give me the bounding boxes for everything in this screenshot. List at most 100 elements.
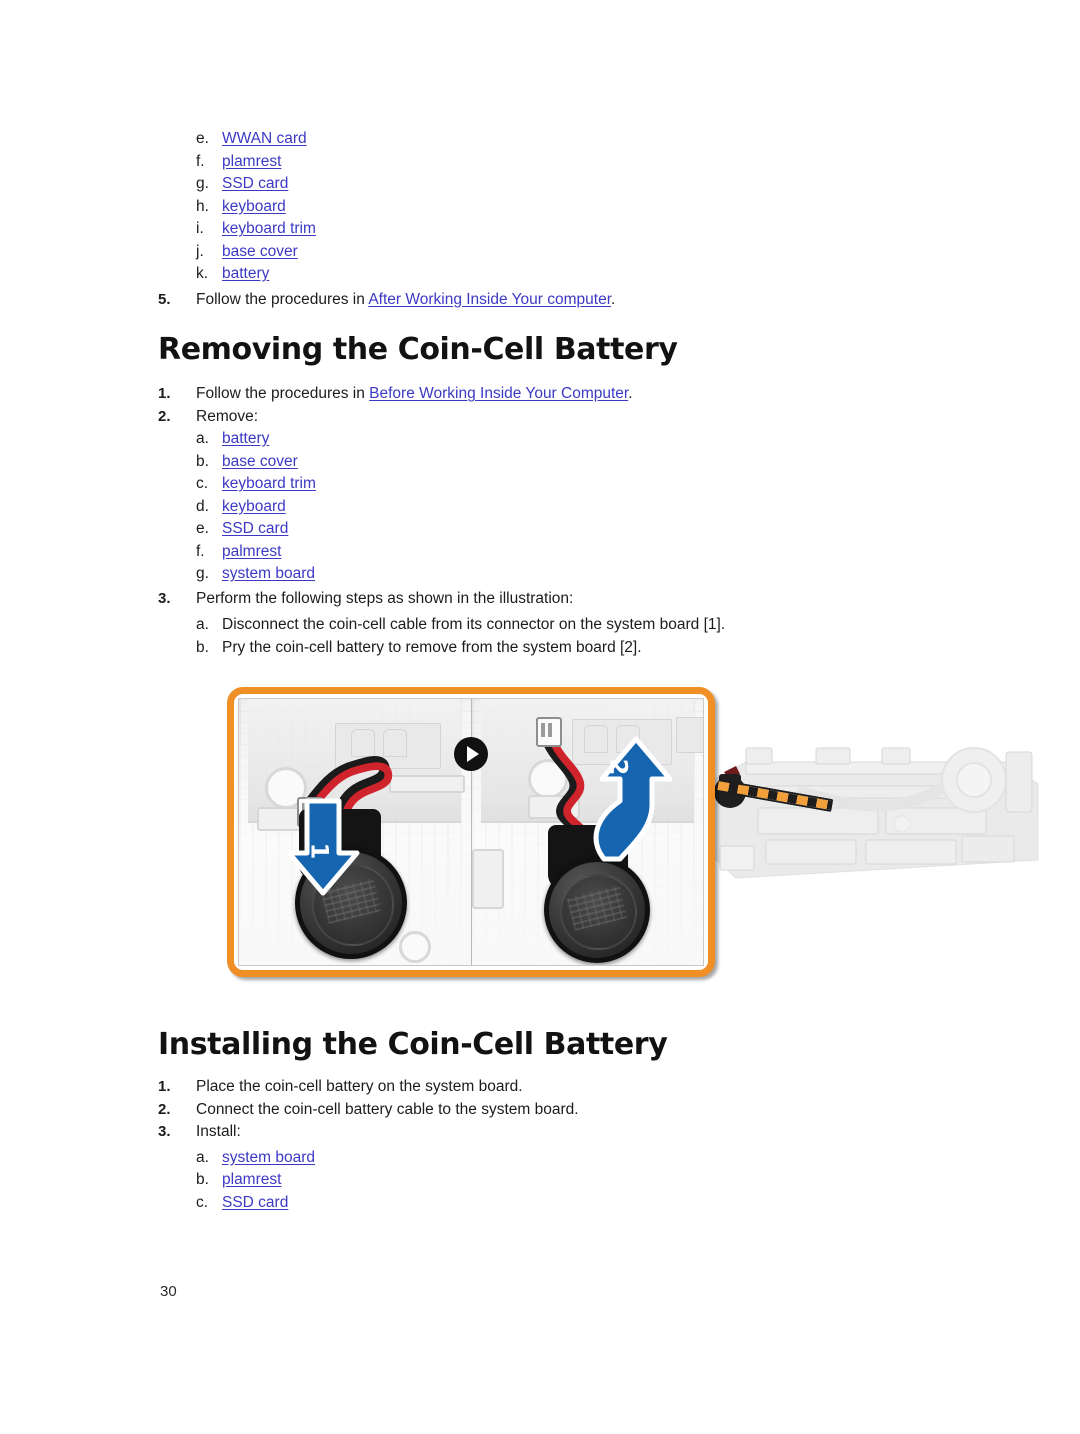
link-ssd-card[interactable]: SSD card bbox=[222, 1194, 288, 1211]
step-text: Perform the following steps as shown in … bbox=[196, 589, 574, 607]
link-system-board[interactable]: system board bbox=[222, 1149, 315, 1166]
list-marker: c. bbox=[196, 1193, 209, 1211]
illustration-panel-1: 1 bbox=[239, 699, 471, 965]
page-title-installing: Installing the Coin-Cell Battery bbox=[158, 1027, 668, 1062]
list-marker: g. bbox=[196, 175, 209, 192]
list-item: b. base cover bbox=[158, 451, 1038, 474]
installing-steps: 1. Place the coin-cell battery on the sy… bbox=[158, 1076, 1038, 1214]
step-1: 1. Place the coin-cell battery on the sy… bbox=[158, 1076, 1038, 1099]
list-item: i. keyboard trim bbox=[158, 218, 1038, 241]
link-palmrest[interactable]: palmrest bbox=[222, 543, 281, 560]
illustration-panel-2: 2 bbox=[470, 699, 703, 965]
step-text: Install: bbox=[196, 1123, 241, 1140]
list-marker: k. bbox=[196, 265, 209, 282]
link-keyboard-trim[interactable]: keyboard trim bbox=[222, 475, 316, 492]
list-marker: a. bbox=[196, 616, 209, 633]
list-item-label: Disconnect the coin-cell cable from its … bbox=[222, 616, 726, 633]
step-marker: 2. bbox=[158, 1100, 171, 1118]
list-item: j. base cover bbox=[158, 241, 1038, 264]
step-text: Follow the procedures in bbox=[196, 290, 369, 308]
document-page: e. WWAN card f. plamrest g. SSD card h. … bbox=[0, 0, 1080, 1434]
step-marker: 5. bbox=[158, 290, 171, 308]
step-text: Remove: bbox=[196, 407, 259, 425]
step-text: Follow the procedures in bbox=[196, 385, 370, 402]
list-marker: f. bbox=[196, 152, 205, 170]
list-item: h. keyboard bbox=[158, 196, 1038, 219]
list-marker: e. bbox=[196, 130, 209, 147]
step-3: 3. Install: bbox=[158, 1121, 1038, 1144]
list-item: a. battery bbox=[158, 428, 1038, 451]
list-item: f. palmrest bbox=[158, 541, 1038, 564]
battery-marking bbox=[566, 885, 627, 932]
link-wwan-card[interactable]: WWAN card bbox=[222, 130, 307, 147]
list-marker: j. bbox=[196, 242, 204, 260]
step-5: 5. Follow the procedures in After Workin… bbox=[158, 289, 1038, 312]
list-item: a. Disconnect the coin-cell cable from i… bbox=[158, 614, 1038, 637]
page-number: 30 bbox=[160, 1283, 177, 1300]
callout-number-1: 1 bbox=[305, 842, 334, 860]
list-marker: i. bbox=[196, 220, 204, 237]
list-item: a. system board bbox=[158, 1147, 1038, 1170]
list-item: k. battery bbox=[158, 263, 1038, 286]
list-marker: b. bbox=[196, 452, 209, 470]
link-base-cover[interactable]: base cover bbox=[222, 453, 298, 470]
link-plamrest[interactable]: plamrest bbox=[222, 1171, 281, 1188]
link-keyboard[interactable]: keyboard bbox=[222, 498, 286, 515]
step-marker: 2. bbox=[158, 407, 171, 425]
list-marker: b. bbox=[196, 638, 209, 656]
link-after-working-inside-your-computer[interactable]: After Working Inside Your computer bbox=[368, 291, 611, 308]
list-marker: a. bbox=[196, 430, 209, 447]
arrow-2-icon bbox=[593, 736, 672, 862]
step-2: 2. Connect the coin-cell battery cable t… bbox=[158, 1099, 1038, 1122]
link-before-working-inside-your-computer[interactable]: Before Working Inside Your Computer bbox=[369, 385, 628, 402]
list-marker: d. bbox=[196, 497, 209, 515]
link-battery[interactable]: battery bbox=[222, 265, 269, 282]
coin-cell-battery bbox=[543, 857, 650, 963]
list-marker: c. bbox=[196, 475, 209, 492]
ghost-system-board-illustration bbox=[713, 747, 1039, 879]
list-item: b. plamrest bbox=[158, 1169, 1038, 1192]
list-item: g. system board bbox=[158, 563, 1038, 586]
list-marker: a. bbox=[196, 1148, 209, 1166]
step-1: 1. Follow the procedures in Before Worki… bbox=[158, 383, 1038, 406]
list-marker: h. bbox=[196, 197, 209, 215]
list-item: f. plamrest bbox=[158, 151, 1038, 174]
step-text-tail: . bbox=[628, 385, 633, 402]
list-item: e. WWAN card bbox=[158, 128, 1038, 151]
step-marker: 1. bbox=[158, 1078, 171, 1095]
link-plamrest[interactable]: plamrest bbox=[222, 153, 281, 170]
step-2: 2. Remove: bbox=[158, 406, 1038, 429]
list-item: c. SSD card bbox=[158, 1192, 1038, 1215]
page-title-removing: Removing the Coin-Cell Battery bbox=[158, 332, 678, 367]
step-text-tail: . bbox=[611, 290, 616, 308]
list-item: b. Pry the coin-cell battery to remove f… bbox=[158, 637, 1038, 660]
list-marker: b. bbox=[196, 1171, 209, 1188]
step-text: Connect the coin-cell battery cable to t… bbox=[196, 1100, 579, 1118]
link-ssd-card[interactable]: SSD card bbox=[222, 520, 288, 537]
step-text: Place the coin-cell battery on the syste… bbox=[196, 1078, 523, 1095]
list-marker: g. bbox=[196, 565, 209, 582]
link-base-cover[interactable]: base cover bbox=[222, 243, 298, 260]
link-keyboard-trim[interactable]: keyboard trim bbox=[222, 220, 316, 237]
link-battery[interactable]: battery bbox=[222, 430, 269, 447]
list-item: c. keyboard trim bbox=[158, 473, 1038, 496]
step-3: 3. Perform the following steps as shown … bbox=[158, 588, 1038, 611]
coin-cell-removal-illustration: 1 2 bbox=[158, 678, 1039, 980]
link-system-board[interactable]: system board bbox=[222, 565, 315, 582]
list-marker: f. bbox=[196, 542, 205, 560]
cable-connector bbox=[535, 717, 562, 747]
link-keyboard[interactable]: keyboard bbox=[222, 198, 286, 215]
list-item-label: Pry the coin-cell battery to remove from… bbox=[222, 638, 642, 656]
play-triangle-icon bbox=[467, 746, 479, 762]
step-marker: 1. bbox=[158, 385, 171, 402]
list-item: e. SSD card bbox=[158, 518, 1038, 541]
detail-callout-box: 1 2 bbox=[227, 687, 715, 977]
step-marker: 3. bbox=[158, 589, 171, 607]
step-marker: 3. bbox=[158, 1123, 171, 1140]
play-step-divider-icon bbox=[454, 737, 488, 771]
list-item: g. SSD card bbox=[158, 173, 1038, 196]
removing-steps: 1. Follow the procedures in Before Worki… bbox=[158, 383, 1038, 659]
list-marker: e. bbox=[196, 520, 209, 537]
link-ssd-card[interactable]: SSD card bbox=[222, 175, 288, 192]
list-item: d. keyboard bbox=[158, 496, 1038, 519]
